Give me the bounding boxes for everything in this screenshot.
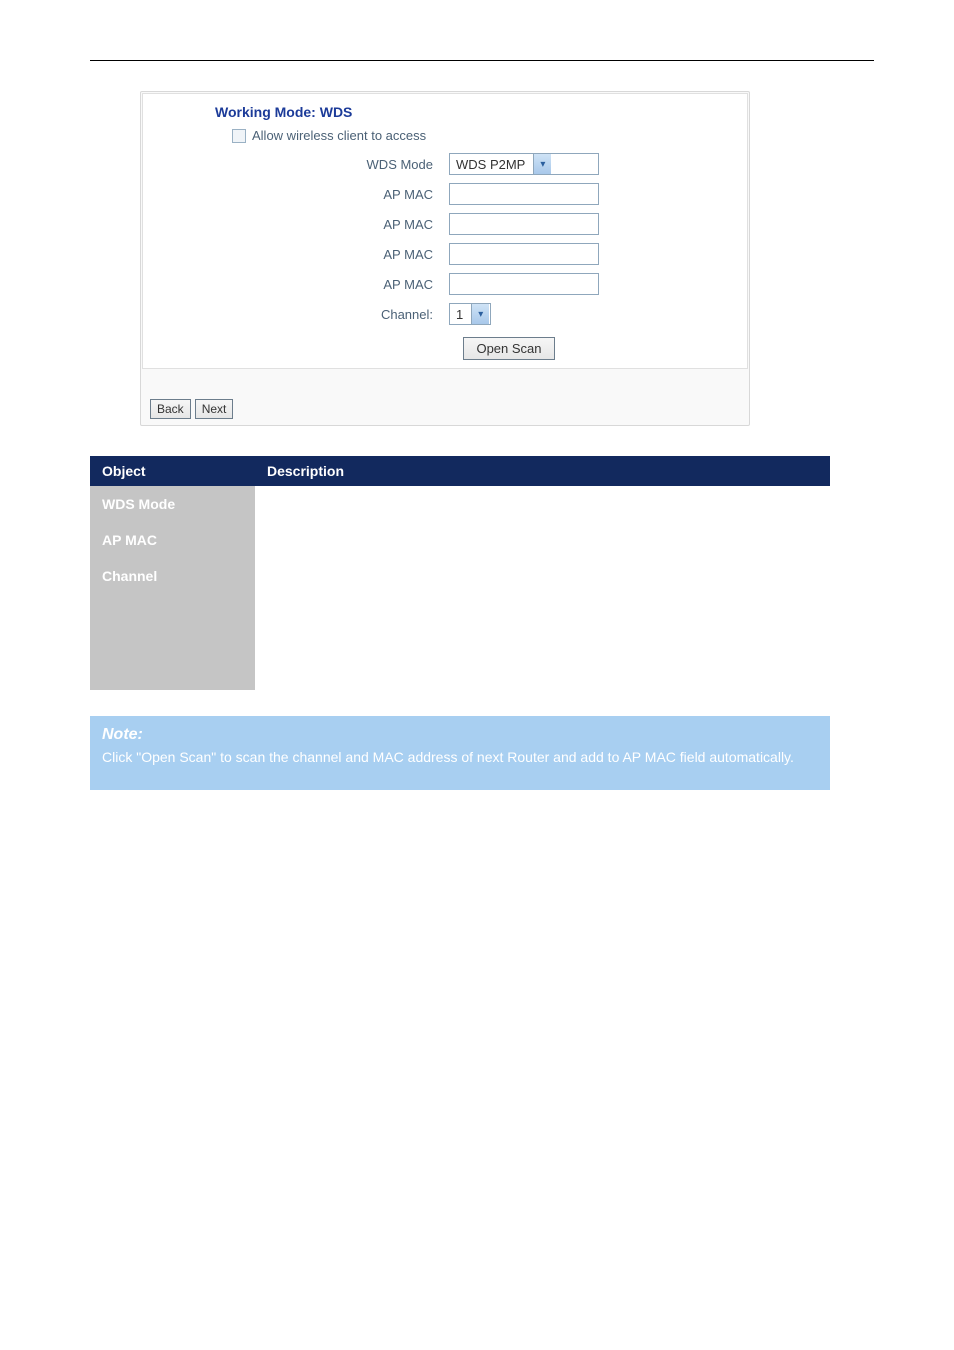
table-row: AP MAC Input the MAC address of another …	[90, 522, 830, 558]
table-header-row: Object Description	[90, 456, 830, 486]
note-body: Click "Open Scan" to scan the channel an…	[102, 748, 818, 768]
channel-label: Channel:	[143, 307, 449, 322]
allow-wireless-checkbox[interactable]	[232, 129, 246, 143]
ap-mac-label-4: AP MAC	[143, 277, 449, 292]
back-button[interactable]: Back	[150, 399, 191, 419]
ap-mac-label-2: AP MAC	[143, 217, 449, 232]
ap-mac-input-1[interactable]	[449, 183, 599, 205]
chevron-down-icon: ▾	[471, 304, 489, 324]
table-row: WDS Mode Select "WDS P2MP".	[90, 486, 830, 522]
ap-mac-row-3: AP MAC	[143, 239, 747, 269]
ap-mac-label-1: AP MAC	[143, 187, 449, 202]
ap-mac-row-2: AP MAC	[143, 209, 747, 239]
wds-mode-value: WDS P2MP	[450, 154, 533, 174]
wds-mode-row: WDS Mode WDS P2MP ▾	[143, 149, 747, 179]
allow-wireless-label: Allow wireless client to access	[252, 128, 426, 143]
next-button[interactable]: Next	[195, 399, 234, 419]
row-desc: Select "WDS P2MP".	[255, 486, 830, 522]
col-desc-header: Description	[255, 456, 830, 486]
row-desc: Input the MAC address of another (Next) …	[255, 522, 830, 558]
channel-select[interactable]: 1 ▾	[449, 303, 491, 325]
table-row: Channel A channel is the radio frequency…	[90, 558, 830, 690]
note-box: Note: Click "Open Scan" to scan the chan…	[90, 716, 830, 790]
ap-mac-row-1: AP MAC	[143, 179, 747, 209]
ap-mac-input-2[interactable]	[449, 213, 599, 235]
open-scan-row: Open Scan	[143, 329, 747, 368]
chevron-down-icon: ▾	[533, 154, 551, 174]
wds-mode-label: WDS Mode	[143, 157, 449, 172]
col-object-header: Object	[90, 456, 255, 486]
open-scan-button[interactable]: Open Scan	[463, 337, 554, 360]
allow-wireless-client-row: Allow wireless client to access	[143, 126, 747, 149]
row-object: WDS Mode	[90, 486, 255, 522]
config-panel: Working Mode: WDS Allow wireless client …	[140, 91, 750, 426]
description-table: Object Description WDS Mode Select "WDS …	[90, 456, 830, 690]
wizard-nav: Back Next	[142, 393, 748, 419]
top-divider	[90, 60, 874, 61]
ap-mac-input-3[interactable]	[449, 243, 599, 265]
channel-value: 1	[450, 304, 471, 324]
row-object: Channel	[90, 558, 255, 690]
working-mode-heading: Working Mode: WDS	[143, 94, 747, 126]
wds-mode-select[interactable]: WDS P2MP ▾	[449, 153, 599, 175]
row-object: AP MAC	[90, 522, 255, 558]
ap-mac-input-4[interactable]	[449, 273, 599, 295]
ap-mac-row-4: AP MAC	[143, 269, 747, 299]
row-desc: A channel is the radio frequency(ies) us…	[255, 558, 830, 690]
ap-mac-label-3: AP MAC	[143, 247, 449, 262]
note-title: Note:	[102, 726, 818, 744]
channel-row: Channel: 1 ▾	[143, 299, 747, 329]
config-inner: Working Mode: WDS Allow wireless client …	[142, 93, 748, 369]
